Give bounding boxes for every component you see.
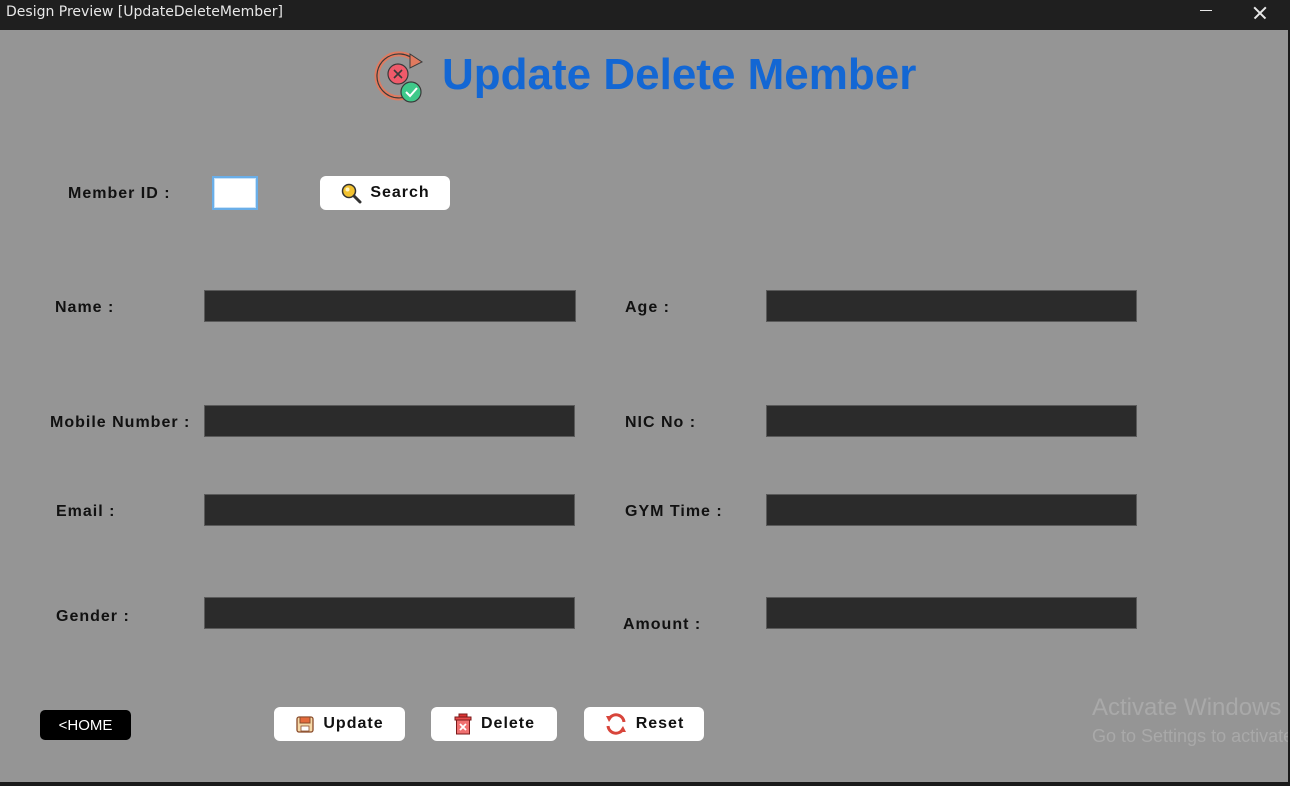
delete-button[interactable]: Delete (431, 707, 557, 741)
search-button[interactable]: Search (320, 176, 450, 210)
magnifier-icon (342, 183, 362, 204)
amount-label: Amount : (623, 616, 702, 633)
amount-field[interactable] (766, 597, 1137, 629)
update-delete-member-icon (374, 51, 423, 103)
member-id-input[interactable] (212, 176, 258, 210)
email-label: Email : (56, 503, 116, 520)
mobile-number-label: Mobile Number : (50, 414, 191, 431)
window-title: Design Preview [UpdateDeleteMember] (6, 4, 283, 20)
save-icon (296, 716, 315, 733)
update-button[interactable]: Update (274, 707, 405, 741)
member-id-label: Member ID : (68, 185, 171, 202)
page-title: Update Delete Member (442, 50, 917, 99)
nic-label: NIC No : (625, 414, 697, 431)
email-field[interactable] (204, 494, 575, 526)
activation-watermark: Activate Windows Go to Settings to activ… (1080, 690, 1288, 760)
gym-time-field[interactable] (766, 494, 1137, 526)
trash-icon (454, 713, 472, 735)
delete-button-label: Delete (480, 715, 536, 732)
name-label: Name : (55, 299, 115, 316)
search-button-label: Search (370, 184, 430, 201)
age-label: Age : (625, 299, 670, 316)
close-icon[interactable] (1244, 0, 1278, 30)
gender-field[interactable] (204, 597, 575, 629)
minimize-icon[interactable] (1190, 0, 1224, 30)
reset-button-label: Reset (635, 715, 685, 732)
age-field[interactable] (766, 290, 1137, 322)
window-titlebar: Design Preview [UpdateDeleteMember] (0, 0, 1290, 30)
nic-field[interactable] (766, 405, 1137, 437)
name-field[interactable] (204, 290, 576, 322)
watermark-subtitle: Go to Settings to activate Windows. (1092, 726, 1288, 746)
update-button-label: Update (323, 715, 384, 732)
gym-time-label: GYM Time : (625, 503, 723, 520)
gender-label: Gender : (56, 608, 130, 625)
mobile-number-field[interactable] (204, 405, 575, 437)
window-border-bottom (0, 782, 1290, 786)
reset-button[interactable]: Reset (584, 707, 704, 741)
refresh-icon (605, 713, 626, 735)
home-button[interactable]: <HOME (40, 710, 131, 740)
watermark-title: Activate Windows (1092, 694, 1282, 721)
